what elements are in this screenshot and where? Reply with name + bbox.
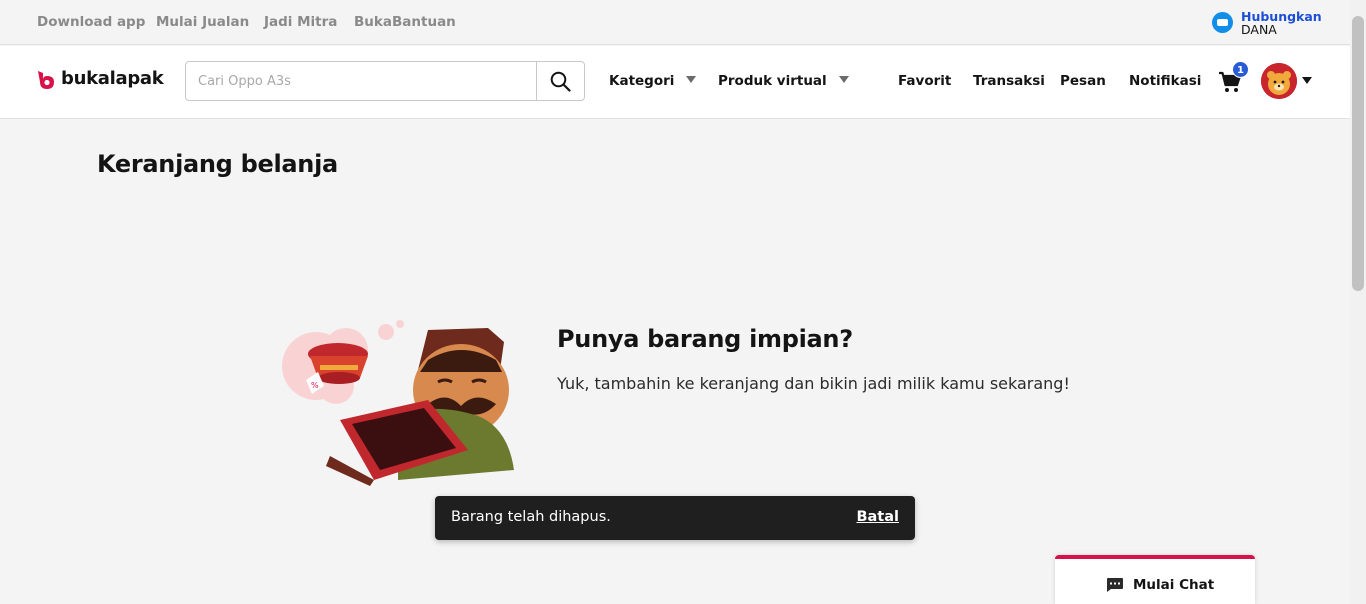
toast-message: Barang telah dihapus. xyxy=(451,509,611,525)
empty-cart-description: Yuk, tambahin ke keranjang dan bikin jad… xyxy=(557,374,1070,393)
removed-item-toast: Barang telah dihapus. Batal xyxy=(435,496,915,540)
bukabantuan-link[interactable]: BukaBantuan xyxy=(354,14,456,30)
main-header: bukalapak Kategori Produk virtual Favori… xyxy=(0,46,1350,119)
favorit-link[interactable]: Favorit xyxy=(898,73,951,89)
pesan-link[interactable]: Pesan xyxy=(1060,73,1106,89)
caret-down-icon xyxy=(838,76,849,83)
user-avatar[interactable] xyxy=(1261,63,1297,99)
start-chat-label: Mulai Chat xyxy=(1133,577,1215,593)
download-app-link[interactable]: Download app xyxy=(37,14,145,30)
search-button[interactable] xyxy=(536,62,584,100)
cart-count-badge: 1 xyxy=(1232,61,1249,78)
empty-cart-illustration: % xyxy=(282,320,514,486)
undo-button[interactable]: Batal xyxy=(856,509,899,525)
page-scrollbar[interactable] xyxy=(1350,0,1366,604)
caret-down-icon xyxy=(686,76,697,83)
top-strip: Download app Mulai Jualan Jadi Mitra Buk… xyxy=(0,0,1350,45)
notifikasi-link[interactable]: Notifikasi xyxy=(1129,73,1201,89)
avatar-image xyxy=(1261,63,1297,99)
dana-label-line2: DANA xyxy=(1241,22,1277,37)
bukalapak-logo-icon xyxy=(38,71,54,89)
mulai-jualan-link[interactable]: Mulai Jualan xyxy=(156,14,249,30)
bukalapak-wordmark: bukalapak xyxy=(61,68,164,89)
jadi-mitra-link[interactable]: Jadi Mitra xyxy=(264,14,337,30)
chat-icon xyxy=(1107,578,1123,592)
kategori-label: Kategori xyxy=(609,73,675,89)
transaksi-link[interactable]: Transaksi xyxy=(973,73,1045,89)
svg-text:%: % xyxy=(311,381,319,390)
kategori-dropdown[interactable]: Kategori xyxy=(609,73,697,89)
account-caret-icon[interactable] xyxy=(1302,77,1312,84)
dana-icon xyxy=(1212,12,1233,33)
search-bar xyxy=(185,61,585,101)
scrollbar-thumb[interactable] xyxy=(1352,16,1364,291)
produk-virtual-label: Produk virtual xyxy=(718,73,827,89)
empty-cart-title: Punya barang impian? xyxy=(557,325,853,353)
search-icon xyxy=(550,71,571,92)
start-chat-button[interactable]: Mulai Chat xyxy=(1055,555,1255,604)
search-input[interactable] xyxy=(186,62,538,100)
produk-virtual-dropdown[interactable]: Produk virtual xyxy=(718,73,849,89)
page-title: Keranjang belanja xyxy=(97,150,338,178)
